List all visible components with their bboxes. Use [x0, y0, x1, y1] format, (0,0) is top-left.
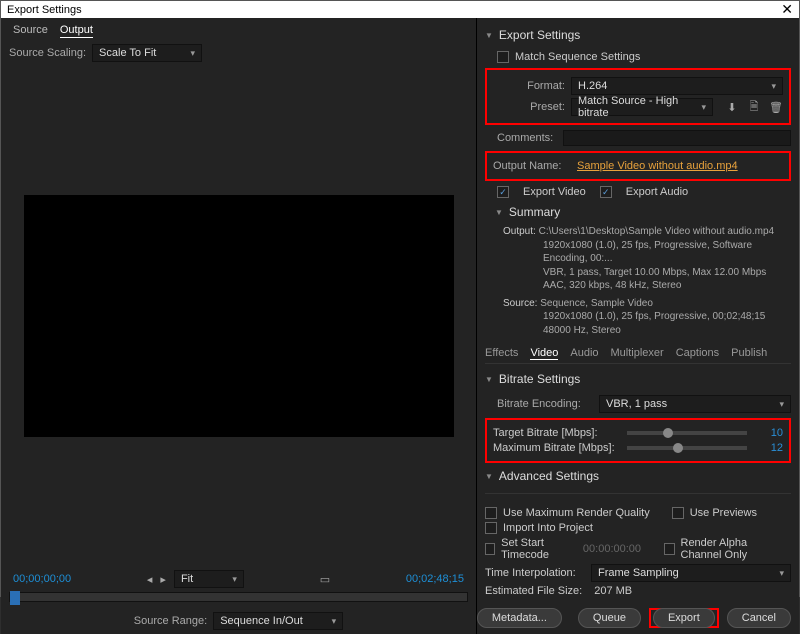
export-audio-checkbox[interactable] [600, 186, 612, 198]
tab-publish[interactable]: Publish [731, 347, 767, 360]
output-name-label: Output Name: [493, 160, 571, 172]
export-video-label: Export Video [523, 186, 586, 198]
set-start-tc-label: Set Start Timecode [501, 537, 577, 561]
est-size-label: Estimated File Size: [485, 585, 582, 597]
time-interp-dropdown[interactable]: Frame Sampling▾ [591, 564, 791, 582]
max-bitrate-value[interactable]: 12 [759, 442, 783, 454]
time-end: 00;02;48;15 [406, 573, 464, 585]
prev-frame-icon[interactable]: ◂ [147, 573, 153, 586]
preview-panel: Source Output Source Scaling: Scale To F… [1, 18, 477, 634]
import-project-label: Import Into Project [503, 522, 593, 534]
tab-captions[interactable]: Captions [676, 347, 719, 360]
export-audio-label: Export Audio [626, 186, 688, 198]
target-bitrate-label: Target Bitrate [Mbps]: [493, 427, 615, 439]
comments-label: Comments: [497, 132, 557, 144]
tab-audio[interactable]: Audio [570, 347, 598, 360]
summary-block: Output: C:\Users\1\Desktop\Sample Video … [485, 225, 791, 337]
queue-button[interactable]: Queue [578, 608, 641, 628]
output-name-link[interactable]: Sample Video without audio.mp4 [577, 160, 738, 172]
preset-dropdown[interactable]: Match Source - High bitrate▾ [571, 98, 713, 116]
match-sequence-label: Match Sequence Settings [515, 51, 640, 63]
source-range-dropdown[interactable]: Sequence In/Out▾ [213, 612, 343, 630]
est-size-value: 207 MB [594, 585, 632, 597]
fit-dropdown[interactable]: Fit▾ [174, 570, 244, 588]
preset-label: Preset: [493, 101, 565, 113]
render-alpha-checkbox[interactable] [664, 543, 674, 555]
use-previews-label: Use Previews [690, 507, 757, 519]
format-label: Format: [493, 80, 565, 92]
summary-header[interactable]: Summary [495, 205, 791, 219]
delete-preset-icon[interactable]: 🗑 [769, 100, 783, 114]
render-alpha-label: Render Alpha Channel Only [681, 537, 792, 561]
comments-input[interactable] [563, 130, 791, 146]
match-sequence-checkbox[interactable] [497, 51, 509, 63]
format-preset-highlight: Format: H.264▾ Preset: Match Source - Hi… [485, 68, 791, 125]
output-name-highlight: Output Name: Sample Video without audio.… [485, 151, 791, 181]
use-max-render-label: Use Maximum Render Quality [503, 507, 650, 519]
format-dropdown[interactable]: H.264▾ [571, 77, 783, 95]
tab-multiplexer[interactable]: Multiplexer [611, 347, 664, 360]
window-title: Export Settings [7, 4, 82, 16]
bitrate-encoding-dropdown[interactable]: VBR, 1 pass▾ [599, 395, 791, 413]
bitrate-header[interactable]: Bitrate Settings [485, 372, 791, 386]
preview-area [9, 68, 468, 564]
tab-source[interactable]: Source [13, 24, 48, 38]
use-max-render-checkbox[interactable] [485, 507, 497, 519]
close-icon[interactable]: ✕ [781, 1, 793, 18]
export-button[interactable]: Export [653, 608, 715, 628]
aspect-icon[interactable]: ▭ [320, 573, 330, 586]
import-preset-icon[interactable]: 🗎 [747, 100, 761, 114]
use-previews-checkbox[interactable] [672, 507, 684, 519]
set-start-tc-checkbox[interactable] [485, 543, 495, 555]
source-scaling-dropdown[interactable]: Scale To Fit▾ [92, 44, 202, 62]
video-preview[interactable] [24, 195, 454, 437]
time-start[interactable]: 00;00;00;00 [13, 573, 71, 585]
export-button-highlight: Export [649, 608, 719, 628]
bitrate-encoding-label: Bitrate Encoding: [497, 398, 593, 410]
import-project-checkbox[interactable] [485, 522, 497, 534]
cancel-button[interactable]: Cancel [727, 608, 791, 628]
next-frame-icon[interactable]: ▸ [160, 573, 166, 586]
metadata-button[interactable]: Metadata... [477, 608, 562, 628]
export-settings-header[interactable]: Export Settings [485, 28, 791, 42]
timeline-slider[interactable] [9, 592, 468, 602]
tab-effects[interactable]: Effects [485, 347, 518, 360]
target-bitrate-slider[interactable] [627, 431, 747, 435]
export-video-checkbox[interactable] [497, 186, 509, 198]
target-bitrate-value[interactable]: 10 [759, 427, 783, 439]
titlebar: Export Settings ✕ [1, 1, 799, 18]
bitrate-sliders-highlight: Target Bitrate [Mbps]: 10 Maximum Bitrat… [485, 418, 791, 463]
tab-output[interactable]: Output [60, 24, 93, 38]
set-start-tc-value: 00:00:00:00 [583, 543, 641, 555]
max-bitrate-slider[interactable] [627, 446, 747, 450]
source-range-label: Source Range: [134, 615, 207, 627]
timeline-playhead[interactable] [10, 591, 20, 605]
advanced-header[interactable]: Advanced Settings [485, 469, 791, 483]
time-interp-label: Time Interpolation: [485, 567, 585, 579]
save-preset-icon[interactable]: ⬇ [725, 100, 739, 114]
tab-video[interactable]: Video [530, 347, 558, 360]
max-bitrate-label: Maximum Bitrate [Mbps]: [493, 442, 615, 454]
source-scaling-label: Source Scaling: [9, 47, 86, 59]
